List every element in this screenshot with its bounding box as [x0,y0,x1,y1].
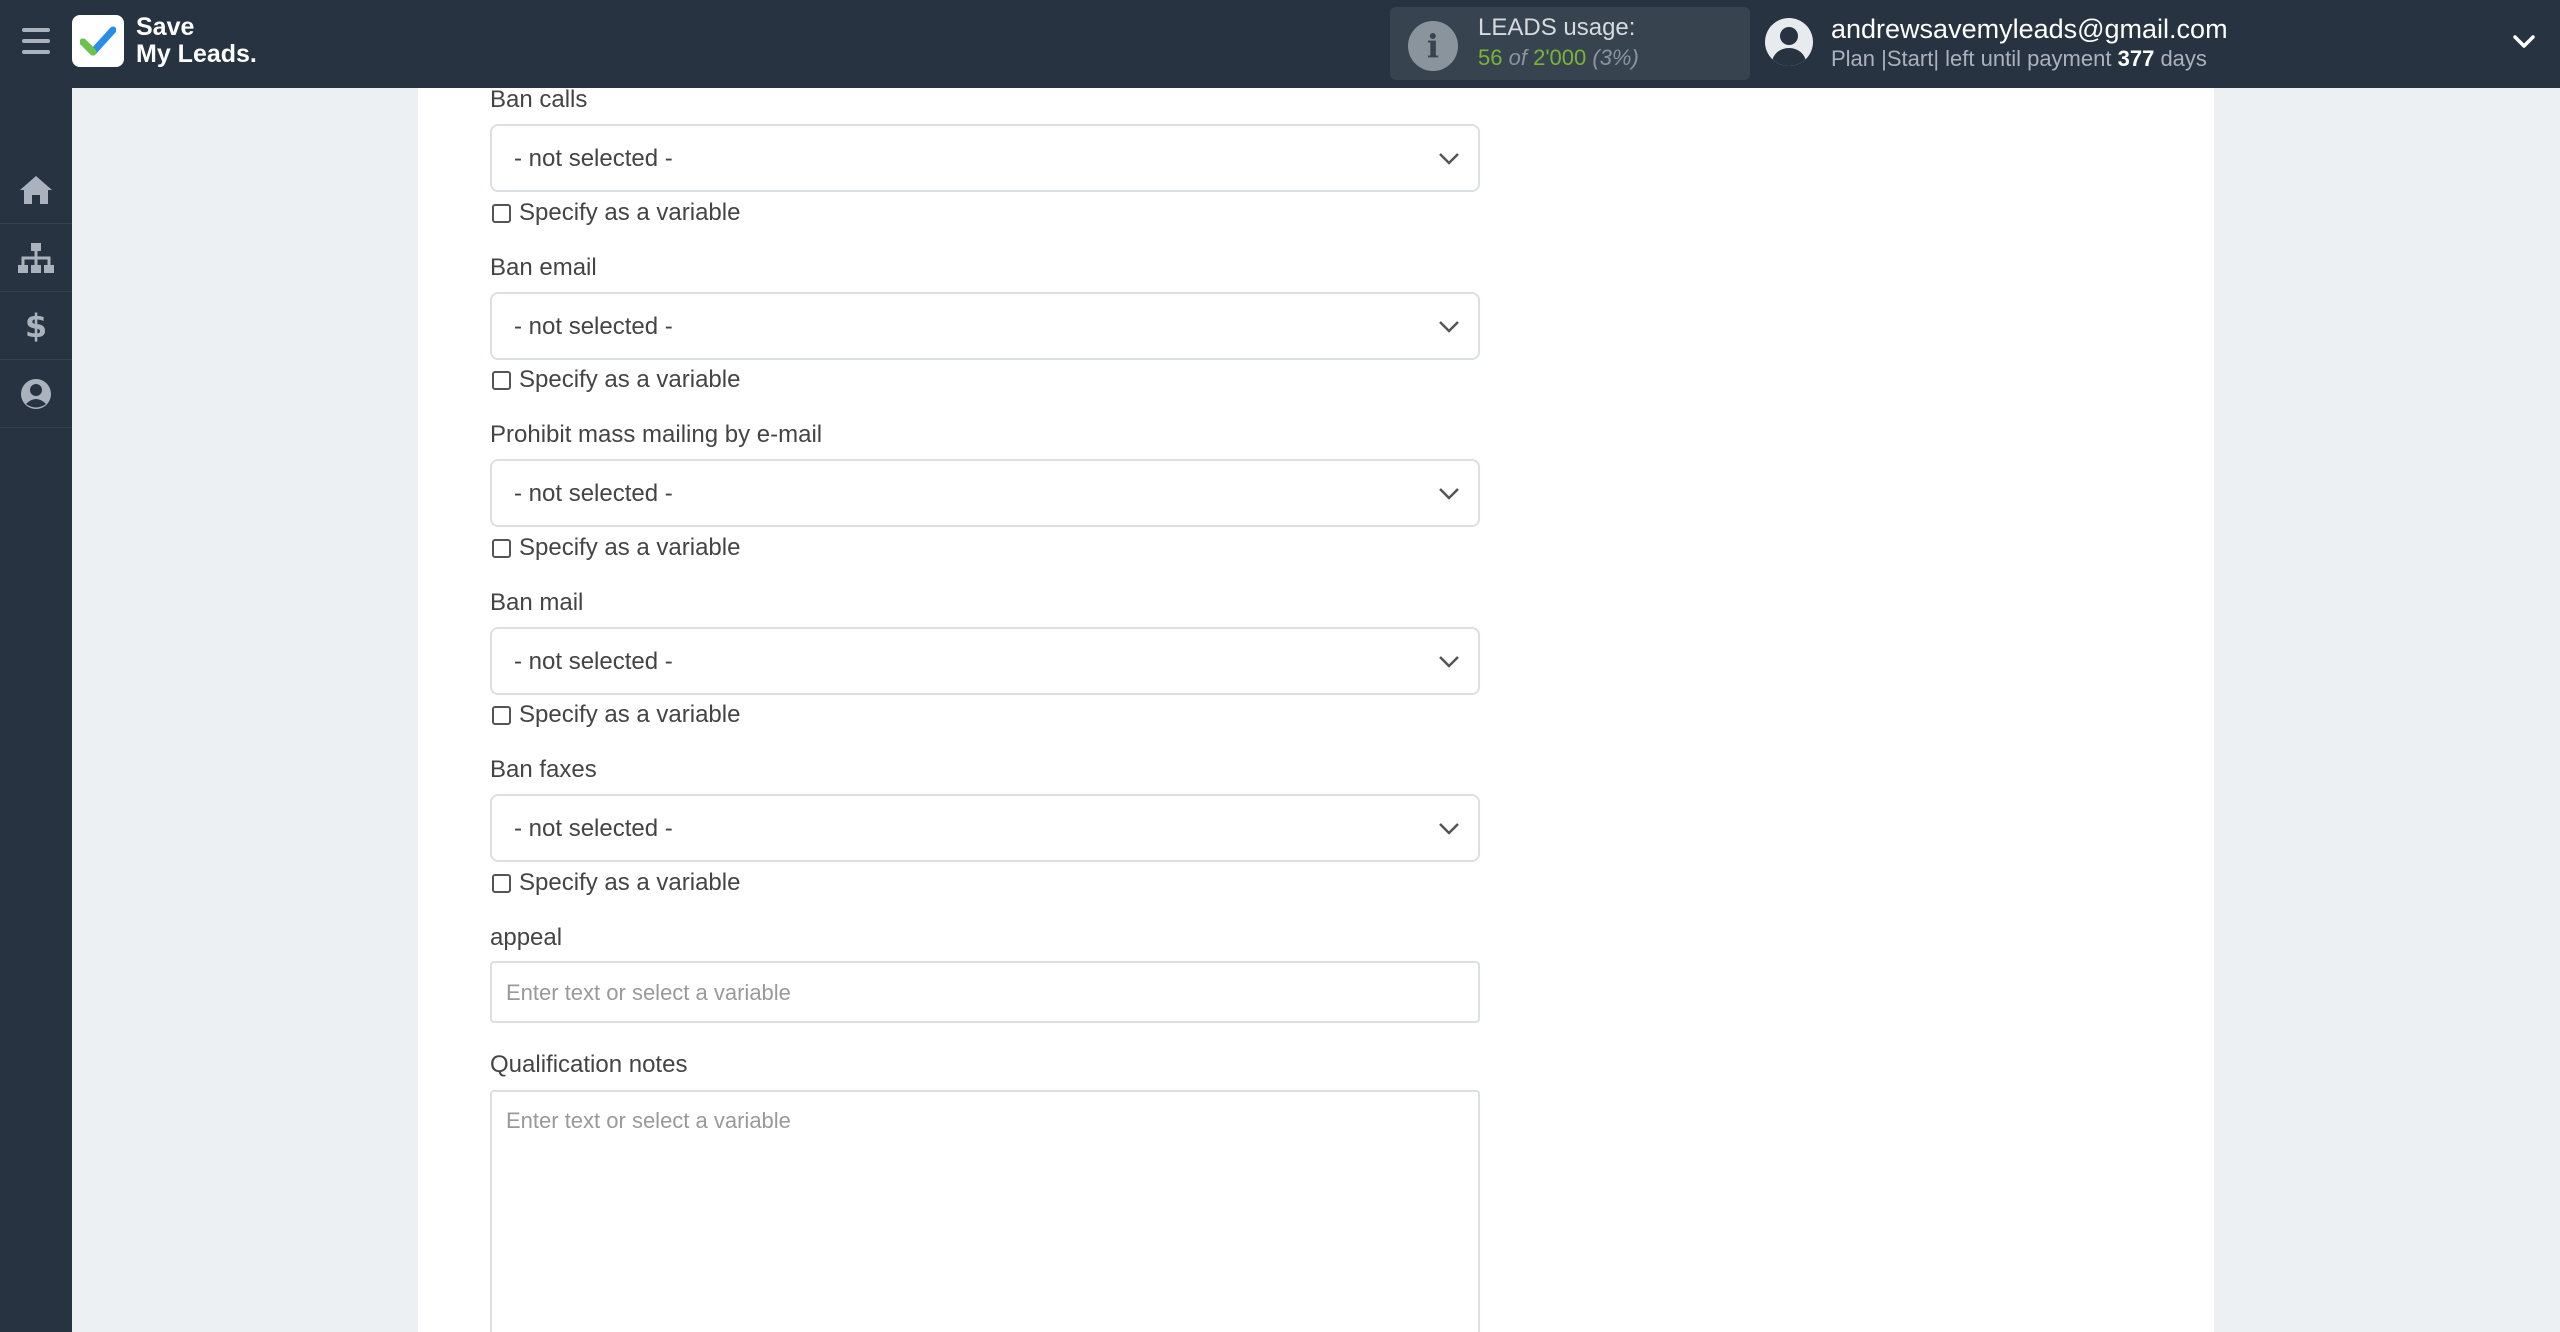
label-prohibit-mass-mailing: Prohibit mass mailing by e-mail [490,421,823,448]
select-value: - not selected - [514,313,673,340]
checkbox-ban-mail-variable[interactable]: Specify as a variable [492,701,740,729]
dollar-icon: $ [25,309,47,343]
chevron-down-icon [1439,153,1459,165]
plan-suffix: days [2160,46,2207,71]
checkbox[interactable] [492,203,511,223]
label-ban-mail: Ban mail [490,589,584,616]
chevron-down-icon [1439,656,1459,668]
chevron-down-icon [1439,321,1459,333]
logo-icon[interactable] [72,15,124,67]
chevron-down-icon [1439,823,1459,835]
top-bar: Save My Leads. i LEADS usage: 56 of 2'00… [0,0,2560,88]
logo-line-1: Save [136,13,195,41]
avatar[interactable] [1765,18,1813,66]
select-value: - not selected - [514,480,673,507]
leads-usage-panel: i LEADS usage: 56 of 2'000 (3%) [1390,7,1750,80]
leads-used: 56 [1478,45,1503,70]
checkbox-label: Specify as a variable [519,701,741,728]
user-email[interactable]: andrewsavemyleads@gmail.com [1831,14,2228,45]
checkbox-ban-calls-variable[interactable]: Specify as a variable [492,199,740,227]
plan-status: Plan |Start| left until payment 377 days [1831,46,2207,72]
svg-text:$: $ [25,309,47,343]
checkbox-ban-faxes-variable[interactable]: Specify as a variable [492,869,740,897]
logo-line-2: My Leads. [136,40,257,68]
select-value: - not selected - [514,145,673,172]
menu-icon[interactable] [22,28,50,58]
qualification-notes-textarea[interactable]: Enter text or select a variable [490,1090,1480,1332]
label-qualification-notes: Qualification notes [490,1051,688,1078]
select-ban-mail[interactable]: - not selected - [490,627,1480,695]
sidebar: $ [0,88,72,1332]
label-ban-calls: Ban calls [490,86,588,113]
label-ban-faxes: Ban faxes [490,756,597,783]
select-ban-faxes[interactable]: - not selected - [490,794,1480,862]
checkbox-label: Specify as a variable [519,534,741,561]
sidebar-item-home[interactable] [0,88,72,224]
checkbox-label: Specify as a variable [519,366,741,393]
sitemap-icon [18,242,54,273]
select-prohibit-mass-mailing[interactable]: - not selected - [490,459,1480,527]
chevron-down-icon[interactable] [2512,30,2536,54]
checkbox[interactable] [492,705,511,725]
checkbox-prohibit-mass-mailing-variable[interactable]: Specify as a variable [492,534,740,562]
appeal-input[interactable]: Enter text or select a variable [490,961,1480,1023]
leads-usage-value: 56 of 2'000 (3%) [1478,45,1639,71]
home-icon [20,175,52,204]
info-icon: i [1408,21,1458,71]
leads-total: 2'000 [1533,45,1587,70]
select-ban-email[interactable]: - not selected - [490,292,1480,360]
checkbox[interactable] [492,538,511,558]
plan-days: 377 [2117,46,2155,71]
leads-of: of [1508,45,1527,70]
select-value: - not selected - [514,815,673,842]
logo-text[interactable]: Save My Leads. [136,14,257,68]
checkbox-ban-email-variable[interactable]: Specify as a variable [492,366,740,394]
appeal-placeholder: Enter text or select a variable [506,980,791,1005]
select-ban-calls[interactable]: - not selected - [490,124,1480,192]
label-ban-email: Ban email [490,254,597,281]
sidebar-item-account[interactable] [0,360,72,428]
select-value: - not selected - [514,648,673,675]
plan-prefix: Plan |Start| left until payment [1831,46,2112,71]
sidebar-item-billing[interactable]: $ [0,292,72,360]
qualification-notes-placeholder: Enter text or select a variable [506,1108,791,1133]
leads-percent: (3%) [1592,45,1639,70]
label-appeal: appeal [490,924,563,951]
chevron-down-icon [1439,488,1459,500]
checkbox-label: Specify as a variable [519,869,741,896]
sidebar-item-connections[interactable] [0,224,72,292]
checkbox-label: Specify as a variable [519,199,741,226]
leads-usage-title: LEADS usage: [1478,14,1636,41]
checkbox[interactable] [492,873,511,893]
user-circle-icon [21,378,51,409]
checkbox[interactable] [492,370,511,390]
